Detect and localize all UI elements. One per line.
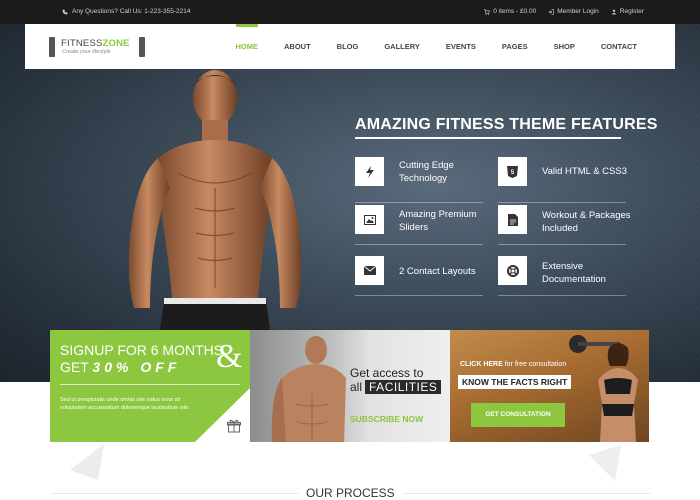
login-icon	[548, 8, 554, 15]
feature-icon-box	[498, 256, 527, 285]
register-link[interactable]: Register	[611, 8, 644, 15]
signup-corner-cut	[195, 388, 250, 442]
nav-home[interactable]: HOME	[223, 24, 272, 69]
get-consultation-button[interactable]: GET CONSULTATION	[471, 403, 565, 427]
signup-divider	[60, 384, 240, 385]
nav-contact[interactable]: CONTACT	[588, 24, 650, 69]
logo-text: FITNESSZONE	[61, 38, 130, 49]
login-text: Member Login	[557, 8, 599, 15]
nav-gallery[interactable]: GALLERY	[371, 24, 433, 69]
envelope-icon	[363, 266, 376, 275]
feature-item: 2 Contact Layouts	[355, 248, 483, 296]
features-heading-underline	[355, 137, 621, 139]
feature-icon-box	[498, 205, 527, 234]
signup-promo[interactable]: SIGNUP FOR 6 MONTHS GET 30% OFF & Sed ut…	[50, 330, 250, 442]
feature-label: Valid HTML & CSS3	[542, 166, 627, 177]
feature-label: 2 Contact Layouts	[399, 266, 476, 277]
process-heading: OUR PROCESS	[306, 486, 395, 500]
process-divider-left	[50, 493, 298, 494]
feature-item: Extensive Documentation	[498, 248, 626, 296]
feature-label: Cutting Edge Technology	[399, 160, 454, 184]
cart-icon	[484, 8, 491, 15]
lifebuoy-icon	[506, 264, 519, 277]
nav-shop[interactable]: SHOP	[541, 24, 588, 69]
feature-item: Amazing Premium Sliders	[355, 197, 483, 245]
feature-item: Cutting Edge Technology	[355, 155, 483, 203]
access-text: Get access to	[350, 366, 424, 380]
consultation-promo[interactable]: CLICK HERE for free consultation KNOW TH…	[450, 330, 649, 442]
nav-events[interactable]: EVENTS	[433, 24, 489, 69]
logo-tagline: Create your lifestyle	[62, 49, 111, 55]
nav-pages[interactable]: PAGES	[489, 24, 541, 69]
know-facts-label: KNOW THE FACTS RIGHT	[458, 375, 572, 389]
facilities-promo[interactable]: Get access to all FACILITIES SUBSCRIBE NO…	[250, 330, 450, 442]
subscribe-now-link[interactable]: SUBSCRIBE NOW	[350, 414, 423, 424]
dumbbell-left-plate	[49, 37, 55, 57]
process-divider-right	[402, 493, 650, 494]
features-heading: AMAZING FITNESS THEME FEATURES	[355, 116, 658, 133]
dumbbell-right-plate	[139, 37, 145, 57]
feature-icon-box	[355, 256, 384, 285]
consultation-athlete-image	[569, 335, 638, 442]
facilities-athlete-image	[271, 336, 346, 442]
cart-text: 0 items - £0.00	[493, 8, 537, 15]
site-header: FITNESSZONE Create your lifestyle HOME A…	[25, 24, 675, 69]
user-icon	[611, 9, 617, 14]
phone-icon	[62, 9, 68, 14]
feature-icon-box: 5	[498, 157, 527, 186]
gift-icon	[227, 419, 241, 433]
background-shard-right	[589, 445, 621, 481]
access-facilities: all FACILITIES	[350, 380, 442, 394]
contact-info: Any Questions? Call Us: 1-223-355-2214	[62, 8, 191, 15]
feature-item: 5 Valid HTML & CSS3	[498, 155, 627, 203]
feature-icon-box	[355, 205, 384, 234]
ampersand-glyph: &	[216, 338, 243, 375]
feature-label: Extensive Documentation	[542, 261, 606, 285]
site-logo[interactable]: FITNESSZONE Create your lifestyle	[49, 34, 145, 60]
phone-text: Any Questions? Call Us: 1-223-355-2214	[72, 8, 191, 15]
nav-about[interactable]: ABOUT	[271, 24, 324, 69]
html5-icon: 5	[507, 165, 518, 178]
feature-item: Workout & Packages Included	[498, 197, 631, 245]
bolt-icon	[365, 165, 374, 178]
register-text: Register	[619, 8, 644, 15]
top-bar: Any Questions? Call Us: 1-223-355-2214 0…	[0, 0, 700, 24]
background-shard-left	[70, 444, 104, 480]
image-icon	[363, 214, 376, 225]
cart-link[interactable]: 0 items - £0.00	[484, 8, 536, 15]
feature-icon-box	[355, 157, 384, 186]
signup-headline: SIGNUP FOR 6 MONTHS	[60, 342, 224, 358]
main-nav: HOME ABOUT BLOG GALLERY EVENTS PAGES SHO…	[223, 24, 651, 69]
signup-description: Sed ut perspiciatis unde omnis iste natu…	[60, 397, 190, 411]
free-consultation-text: CLICK HERE for free consultation	[460, 361, 567, 368]
feature-label: Workout & Packages Included	[542, 210, 631, 234]
feature-label: Amazing Premium Sliders	[399, 209, 477, 233]
member-login-link[interactable]: Member Login	[548, 8, 599, 15]
document-icon	[507, 213, 518, 226]
signup-discount: GET 30% OFF	[60, 359, 181, 375]
nav-blog[interactable]: BLOG	[324, 24, 372, 69]
hero-athlete-image	[128, 70, 302, 330]
